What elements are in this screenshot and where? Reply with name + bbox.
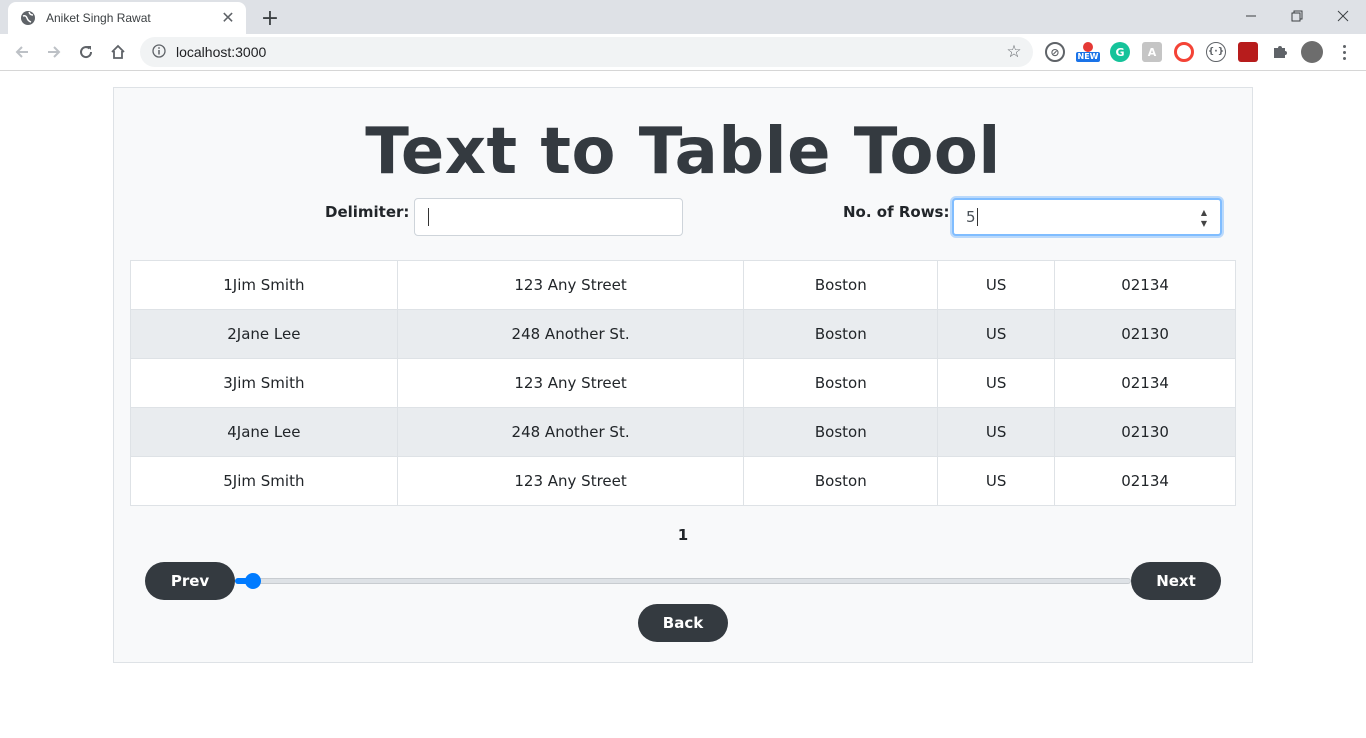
- window-close-button[interactable]: [1320, 0, 1366, 32]
- browser-tab[interactable]: Aniket Singh Rawat ✕: [8, 2, 246, 34]
- slider-thumb[interactable]: [245, 573, 261, 589]
- table-cell: US: [937, 260, 1056, 310]
- url-text: localhost:3000: [176, 44, 267, 60]
- rows-label: No. of Rows:: [843, 203, 950, 221]
- table-row: 1Jim Smith 123 Any Street Boston US 02134: [130, 260, 1236, 310]
- table-row: 3Jim Smith 123 Any Street Boston US 02134: [130, 358, 1236, 408]
- rows-value: 5: [966, 208, 976, 226]
- table-cell: Boston: [743, 309, 939, 359]
- text-caret: [428, 208, 429, 226]
- avatar[interactable]: [1301, 41, 1323, 63]
- table-cell: 02130: [1054, 407, 1236, 457]
- table-cell: 248 Another St.: [396, 309, 745, 359]
- page-title: Text to Table Tool: [365, 115, 1001, 189]
- next-button[interactable]: Next: [1131, 562, 1221, 600]
- number-spinner[interactable]: ▲ ▼: [1198, 208, 1210, 228]
- globe-icon: [20, 10, 36, 26]
- extension-swirl-icon[interactable]: [1174, 42, 1194, 62]
- puzzle-icon[interactable]: [1270, 42, 1290, 62]
- table-cell: US: [937, 358, 1056, 408]
- table-cell: 02130: [1054, 309, 1236, 359]
- new-tab-button[interactable]: +: [258, 6, 282, 31]
- table-row: 5Jim Smith 123 Any Street Boston US 02134: [130, 456, 1236, 506]
- extension-red-icon[interactable]: [1238, 42, 1258, 62]
- text-caret: [976, 208, 978, 226]
- extension-globe-icon[interactable]: ⊘: [1045, 42, 1065, 62]
- table-cell: Boston: [743, 260, 939, 310]
- main-container: Text to Table Tool Delimiter: No. of Row…: [113, 87, 1253, 663]
- back-arrow-icon[interactable]: [10, 40, 34, 64]
- spinner-down-icon[interactable]: ▼: [1201, 219, 1207, 228]
- extension-code-icon[interactable]: {·}: [1206, 42, 1226, 62]
- table-row: 4Jane Lee 248 Another St. Boston US 02130: [130, 407, 1236, 457]
- spinner-up-icon[interactable]: ▲: [1201, 208, 1207, 217]
- menu-dots-icon[interactable]: [1334, 41, 1354, 63]
- reload-icon[interactable]: [74, 40, 98, 64]
- forward-arrow-icon[interactable]: [42, 40, 66, 64]
- table-cell: US: [937, 407, 1056, 457]
- table-cell: 4Jane Lee: [130, 407, 398, 457]
- table-cell: US: [937, 309, 1056, 359]
- table-cell: Boston: [743, 358, 939, 408]
- new-badge-label: NEW: [1077, 52, 1099, 61]
- table-cell: 1Jim Smith: [130, 260, 398, 310]
- minimize-button[interactable]: [1228, 0, 1274, 32]
- back-button[interactable]: Back: [638, 604, 728, 642]
- info-icon[interactable]: [152, 43, 166, 62]
- table-cell: 02134: [1054, 358, 1236, 408]
- bookmark-star-icon[interactable]: ☆: [1005, 42, 1023, 62]
- extension-a-icon[interactable]: A: [1142, 42, 1162, 62]
- data-table: 1Jim Smith 123 Any Street Boston US 02134 2Ja…: [130, 260, 1236, 506]
- home-icon[interactable]: [106, 40, 130, 64]
- table-cell: 02134: [1054, 260, 1236, 310]
- table-cell: 123 Any Street: [396, 456, 745, 506]
- tab-title: Aniket Singh Rawat: [46, 11, 151, 25]
- slider-track[interactable]: [235, 578, 1131, 584]
- table-cell: Boston: [743, 407, 939, 457]
- address-bar[interactable]: localhost:3000 ☆: [140, 37, 1033, 67]
- page-number: 1: [677, 526, 689, 544]
- extension-new-icon[interactable]: NEW: [1075, 42, 1101, 62]
- page-slider[interactable]: [235, 562, 1131, 600]
- rows-input[interactable]: 5 ▲ ▼: [952, 198, 1222, 236]
- close-icon[interactable]: ✕: [220, 10, 236, 26]
- table-cell: US: [937, 456, 1056, 506]
- browser-tabstrip: Aniket Singh Rawat ✕ +: [0, 0, 1366, 34]
- table-row: 2Jane Lee 248 Another St. Boston US 02130: [130, 309, 1236, 359]
- browser-toolbar: localhost:3000 ☆ ⊘ NEW G A {·}: [0, 34, 1366, 71]
- table-cell: 3Jim Smith: [130, 358, 398, 408]
- delimiter-label: Delimiter:: [325, 203, 410, 221]
- table-cell: 248 Another St.: [396, 407, 745, 457]
- table-cell: Boston: [743, 456, 939, 506]
- table-cell: 123 Any Street: [396, 260, 745, 310]
- restore-button[interactable]: [1274, 0, 1320, 32]
- grammarly-icon[interactable]: G: [1110, 42, 1130, 62]
- delimiter-input[interactable]: [414, 198, 683, 236]
- table-cell: 2Jane Lee: [130, 309, 398, 359]
- table-cell: 02134: [1054, 456, 1236, 506]
- table-cell: 5Jim Smith: [130, 456, 398, 506]
- table-cell: 123 Any Street: [396, 358, 745, 408]
- prev-button[interactable]: Prev: [145, 562, 235, 600]
